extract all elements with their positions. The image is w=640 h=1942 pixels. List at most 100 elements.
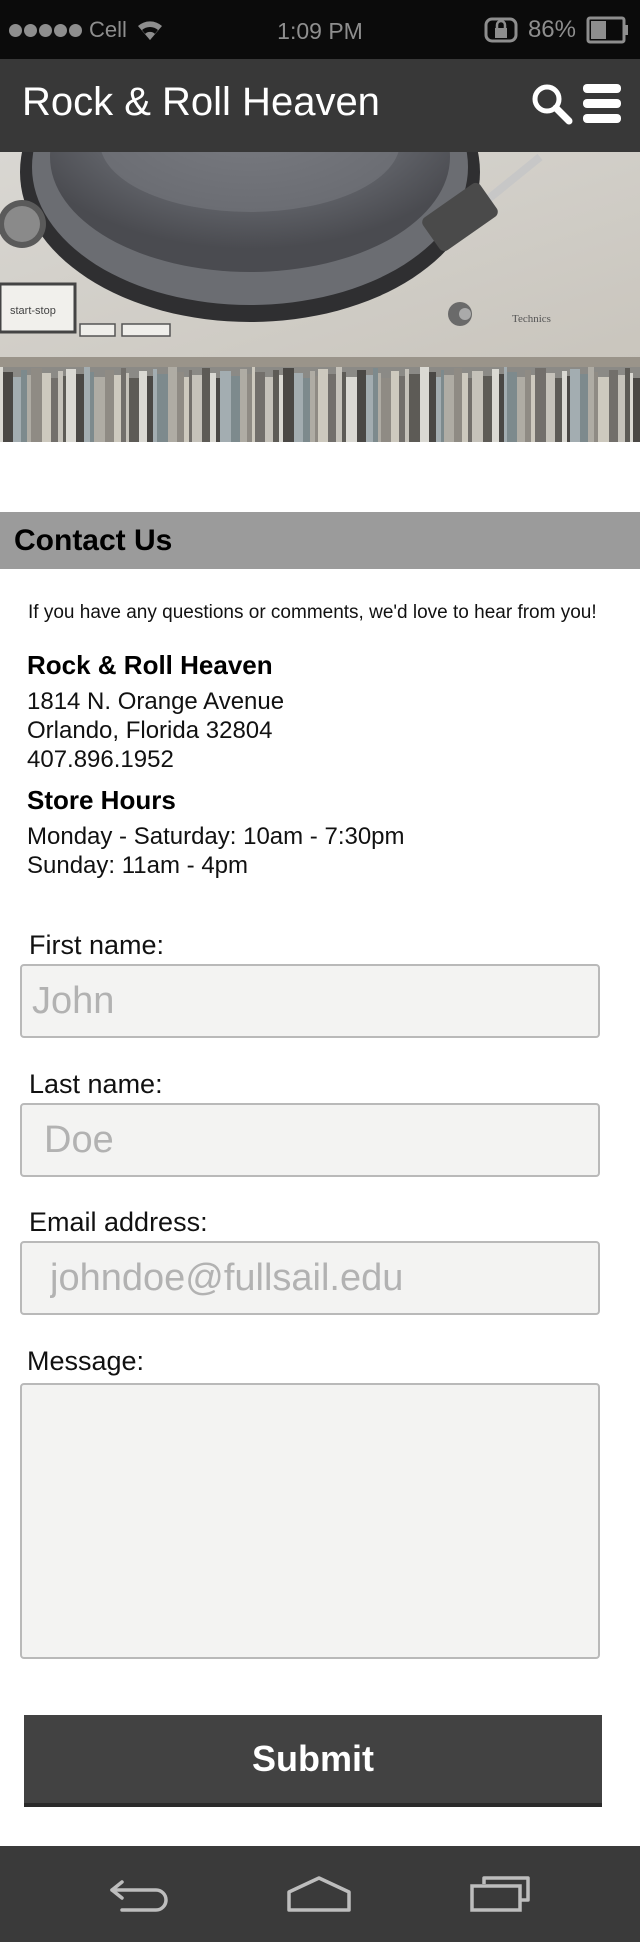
menu-button[interactable]: [583, 84, 621, 124]
record-spine: [318, 369, 328, 442]
battery-icon: [586, 16, 628, 44]
record-spine: [231, 376, 240, 442]
status-right: 86%: [484, 15, 630, 45]
record-spine: [279, 375, 283, 442]
record-spine: [555, 378, 562, 442]
phone-number[interactable]: 407.896.1952: [27, 746, 174, 774]
record-spine: [588, 367, 594, 442]
last-name-label: Last name:: [29, 1069, 163, 1099]
recent-apps-button[interactable]: [468, 1874, 532, 1919]
record-spine: [177, 372, 184, 442]
record-spine: [366, 375, 373, 442]
record-spine: [147, 376, 153, 442]
record-spine: [499, 374, 504, 442]
record-spine: [618, 375, 625, 442]
record-spine: [90, 372, 94, 442]
record-spine: [255, 372, 265, 442]
search-button[interactable]: [530, 82, 574, 126]
record-spine: [625, 368, 630, 442]
record-spine: [315, 376, 318, 442]
record-spine: [168, 367, 177, 442]
recent-apps-icon: [470, 1876, 530, 1912]
record-spine: [42, 373, 51, 442]
record-spine: [94, 377, 105, 442]
address-line-1: 1814 N. Orange Avenue: [27, 688, 285, 715]
record-spine: [13, 377, 21, 442]
record-spine: [357, 370, 366, 442]
record-spine: [472, 371, 483, 442]
record-spine: [58, 371, 63, 442]
home-button[interactable]: [285, 1874, 353, 1919]
record-spine: [105, 370, 114, 442]
back-button[interactable]: [108, 1874, 172, 1919]
record-spine: [570, 369, 580, 442]
record-spine: [210, 373, 216, 442]
record-spine: [216, 378, 220, 442]
battery-percentage: 86%: [527, 16, 576, 43]
record-spine: [391, 371, 399, 442]
first-name-input[interactable]: [20, 964, 600, 1038]
record-spine: [373, 368, 378, 442]
record-spine: [562, 371, 567, 442]
record-spine: [462, 373, 468, 442]
record-spine: [21, 370, 27, 442]
record-spine: [265, 377, 273, 442]
record-spine: [633, 378, 640, 442]
store-hours-title: Store Hours: [27, 785, 176, 815]
app-header: Rock & Roll Heaven: [0, 59, 640, 152]
status-bar: Cell 1:09 PM 86%: [0, 0, 640, 59]
email-input[interactable]: [20, 1241, 600, 1315]
store-name: Rock & Roll Heaven: [27, 650, 273, 680]
record-spine: [189, 370, 192, 442]
record-spine: [399, 376, 405, 442]
record-spine: [436, 377, 441, 442]
record-spine: [567, 376, 570, 442]
record-spine: [240, 369, 247, 442]
record-spine: [303, 378, 310, 442]
address-line-2: Orlando, Florida 32804: [27, 717, 273, 744]
record-spine: [594, 372, 598, 442]
record-spine: [598, 377, 609, 442]
record-spine: [157, 374, 168, 442]
contact-heading-bar: Contact Us: [0, 512, 640, 569]
record-spine: [153, 369, 157, 442]
site-title[interactable]: Rock & Roll Heaven: [22, 80, 380, 125]
message-label: Message:: [27, 1346, 145, 1376]
record-spine: [441, 370, 444, 442]
record-spine: [336, 367, 342, 442]
record-spines: [0, 367, 640, 442]
record-spine: [609, 370, 618, 442]
record-spine: [192, 375, 202, 442]
hero-image: start-stop Technics: [0, 152, 640, 442]
record-spine: [283, 368, 294, 442]
record-spine: [121, 368, 126, 442]
record-spine: [531, 375, 535, 442]
record-spine: [429, 372, 436, 442]
submit-button[interactable]: Submit: [24, 1715, 602, 1807]
record-spine: [220, 371, 231, 442]
record-spine: [247, 374, 252, 442]
record-spine: [114, 375, 121, 442]
record-spine: [202, 368, 210, 442]
record-spine: [504, 367, 507, 442]
message-textarea[interactable]: [20, 1383, 600, 1659]
record-spine: [63, 376, 66, 442]
record-spine: [84, 367, 90, 442]
record-spine: [31, 368, 42, 442]
record-spine: [409, 374, 420, 442]
record-spine: [3, 372, 13, 442]
record-spine: [535, 368, 546, 442]
record-spine: [517, 377, 525, 442]
record-spine: [0, 367, 3, 442]
hours-line-1: Monday - Saturday: 10am - 7:30pm: [27, 823, 405, 850]
contact-heading: Contact Us: [14, 524, 173, 557]
last-name-input[interactable]: [20, 1103, 600, 1177]
record-spine: [444, 375, 454, 442]
record-spine: [273, 370, 279, 442]
record-spine: [76, 374, 84, 442]
record-spine: [580, 374, 588, 442]
record-spine: [525, 370, 531, 442]
record-spine: [184, 377, 189, 442]
first-name-label: First name:: [29, 930, 165, 960]
record-spine: [454, 368, 462, 442]
